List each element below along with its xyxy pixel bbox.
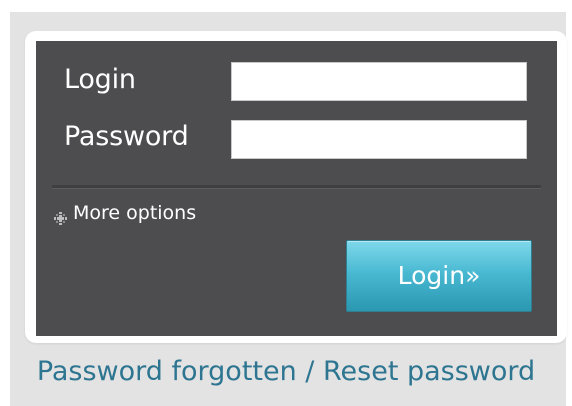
reset-password-link[interactable]: Password forgotten / Reset password: [0, 355, 572, 389]
login-button[interactable]: Login»: [346, 240, 532, 312]
login-page: Login Password More options Login» Passw…: [0, 0, 572, 406]
form-separator: [52, 185, 541, 189]
login-card: Login Password More options Login»: [25, 31, 567, 343]
password-input[interactable]: [231, 120, 527, 159]
login-label: Login: [64, 64, 136, 95]
plus-grid-icon: [54, 207, 67, 225]
more-options-toggle[interactable]: More options: [54, 201, 196, 225]
password-label: Password: [64, 121, 189, 152]
login-panel: Login Password More options Login»: [36, 41, 557, 336]
login-input[interactable]: [231, 62, 527, 101]
more-options-label: More options: [73, 202, 197, 224]
